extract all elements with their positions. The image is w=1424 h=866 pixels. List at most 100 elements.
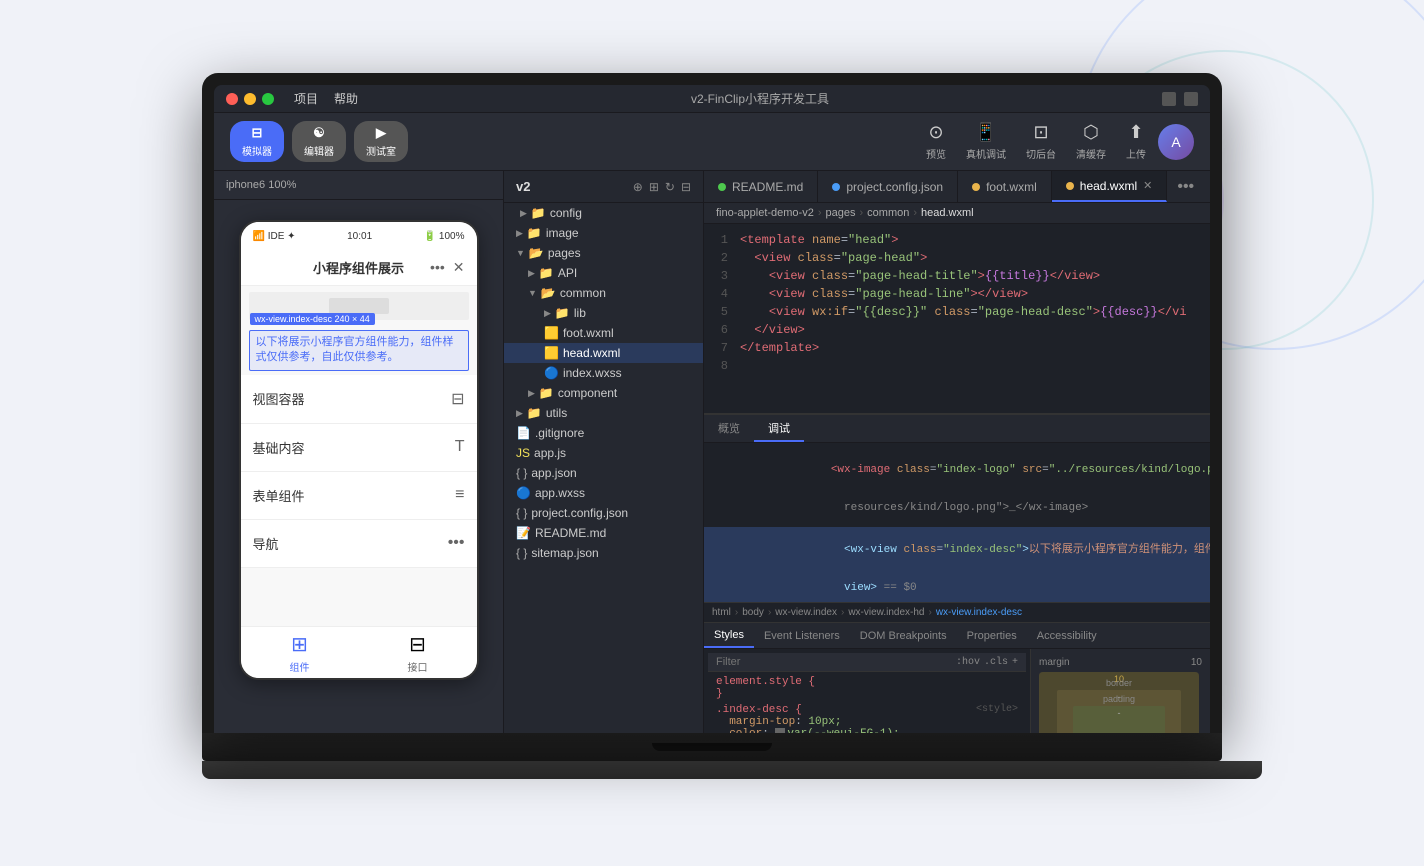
filter-hov[interactable]: :hov (956, 657, 980, 668)
new-folder-icon[interactable]: ⊞ (649, 180, 659, 194)
tree-item-gitignore[interactable]: 📄 .gitignore (504, 423, 703, 443)
tree-item-utils[interactable]: ▶ 📁 utils (504, 403, 703, 423)
tree-label: config (550, 206, 582, 220)
action-save[interactable]: ⬡ 清缓存 (1076, 122, 1106, 161)
maximize-button[interactable] (262, 93, 274, 105)
more-icon[interactable]: ••• (430, 259, 445, 276)
win-btn-1[interactable] (1162, 92, 1176, 106)
tree-item-appjson[interactable]: { } app.json (504, 463, 703, 483)
style-tab-accessibility[interactable]: Accessibility (1027, 623, 1107, 648)
tree-item-image[interactable]: ▶ 📁 image (504, 223, 703, 243)
action-upload[interactable]: ⬆ 上传 (1126, 122, 1146, 161)
html-line-2[interactable]: resources/kind/logo.png">_</wx-image> (704, 489, 1210, 527)
el-bc-body[interactable]: body (742, 607, 764, 618)
folder-icon: 📁 (555, 306, 570, 320)
breadcrumb-pages[interactable]: pages (826, 207, 856, 219)
tree-label: API (558, 266, 577, 280)
html-line-1[interactable]: <wx-image class="index-logo" src="../res… (704, 451, 1210, 489)
debug-label: 编辑器 (304, 143, 334, 158)
list-item-4[interactable]: 导航 ••• (241, 520, 477, 568)
list-label-3: 表单组件 (253, 486, 305, 505)
json-icon: { } (516, 546, 527, 560)
devtools-tab-overview[interactable]: 概览 (704, 415, 754, 442)
style-tab-properties[interactable]: Properties (957, 623, 1027, 648)
tree-label: component (558, 386, 617, 400)
minimize-button[interactable] (244, 93, 256, 105)
tree-item-common[interactable]: ▼ 📂 common (504, 283, 703, 303)
editor-tab-foot[interactable]: foot.wxml (958, 171, 1052, 202)
tree-item-api[interactable]: ▶ 📁 API (504, 263, 703, 283)
editor-tab-readme[interactable]: README.md (704, 171, 818, 202)
tree-item-pages[interactable]: ▼ 📂 pages (504, 243, 703, 263)
style-tab-styles[interactable]: Styles (704, 623, 754, 648)
list-icon-4: ••• (448, 534, 465, 552)
filter-cls[interactable]: .cls (984, 657, 1008, 668)
phone-status-right: 🔋 100% (424, 231, 465, 242)
tree-item-sitemap[interactable]: { } sitemap.json (504, 543, 703, 563)
tab-debug[interactable]: ☯ 编辑器 (292, 121, 346, 162)
menu-help[interactable]: 帮助 (334, 90, 358, 107)
new-file-icon[interactable]: ⊕ (633, 180, 643, 194)
list-item-3[interactable]: 表单组件 ≡ (241, 472, 477, 520)
laptop-base (202, 733, 1222, 761)
style-tab-dom[interactable]: DOM Breakpoints (850, 623, 957, 648)
filter-input[interactable] (716, 656, 952, 668)
tree-item-component[interactable]: ▶ 📁 component (504, 383, 703, 403)
editor-tab-head[interactable]: head.wxml ✕ (1052, 171, 1168, 202)
file-tree-title: v2 (516, 179, 530, 194)
css-element-style: element.style { } (716, 676, 1018, 700)
tree-item-appwxss[interactable]: 🔵 app.wxss (504, 483, 703, 503)
tab-test[interactable]: ▶ 测试室 (354, 121, 408, 162)
action-preview[interactable]: ⊙ 预览 (926, 122, 946, 161)
filter-plus[interactable]: + (1012, 657, 1018, 668)
breadcrumb-common[interactable]: common (867, 207, 909, 219)
refresh-icon[interactable]: ↻ (665, 180, 675, 194)
tree-label: pages (548, 246, 581, 260)
style-tabs: Styles Event Listeners DOM Breakpoints P… (704, 623, 1210, 649)
action-cut[interactable]: ⊡ 切后台 (1026, 122, 1056, 161)
line-num-5: 5 (704, 305, 740, 319)
editor-tab-projectconfig[interactable]: project.config.json (818, 171, 958, 202)
tree-item-lib[interactable]: ▶ 📁 lib (504, 303, 703, 323)
el-bc-wxview[interactable]: wx-view.index (775, 607, 837, 618)
menu-project[interactable]: 项目 (294, 90, 318, 107)
editor-tab-more[interactable]: ••• (1167, 178, 1204, 196)
phone-mockup: 📶 IDE ✦ 10:01 🔋 100% 小程序组件展示 ••• ✕ (239, 220, 479, 680)
list-item-1[interactable]: 视图容器 ⊟ (241, 375, 477, 424)
user-avatar[interactable]: A (1158, 124, 1194, 160)
html-line-3[interactable]: <wx-view class="index-desc">以下将展示小程序官方组件… (704, 527, 1210, 569)
preview-icon: ⊙ (928, 122, 943, 143)
breadcrumb-root[interactable]: fino-applet-demo-v2 (716, 207, 814, 219)
html-line-4[interactable]: view> == $0 (704, 569, 1210, 603)
tree-item-index-wxss[interactable]: 🔵 index.wxss (504, 363, 703, 383)
style-tab-events[interactable]: Event Listeners (754, 623, 850, 648)
el-bc-wxviewhd[interactable]: wx-view.index-hd (848, 607, 924, 618)
phone-tab-component[interactable]: ⊞ 组件 (290, 632, 310, 674)
cut-icon: ⊡ (1033, 122, 1048, 143)
close-icon[interactable]: ✕ (453, 259, 465, 276)
tree-item-config[interactable]: ▶ 📁 config (504, 203, 703, 223)
el-bc-html[interactable]: html (712, 607, 731, 618)
tree-item-foot-wxml[interactable]: 🟨 foot.wxml (504, 323, 703, 343)
component-label: 组件 (290, 659, 310, 674)
debug-icon: ☯ (313, 125, 325, 141)
list-item-2[interactable]: 基础内容 T (241, 424, 477, 472)
close-button[interactable] (226, 93, 238, 105)
tree-item-readme[interactable]: 📝 README.md (504, 523, 703, 543)
laptop: 项目 帮助 v2-FinClip小程序开发工具 ⊟ 模拟器 (202, 73, 1222, 793)
file-tree-panel: v2 ⊕ ⊞ ↻ ⊟ ▶ 📁 (504, 171, 704, 733)
collapse-icon[interactable]: ⊟ (681, 180, 691, 194)
tree-item-appjs[interactable]: JS app.js (504, 443, 703, 463)
action-real[interactable]: 📱 真机调试 (966, 122, 1006, 161)
code-editor[interactable]: 1 <template name="head"> 2 <view class="… (704, 224, 1210, 413)
line-content-2: <view class="page-head"> (740, 251, 927, 265)
tab-simulate[interactable]: ⊟ 模拟器 (230, 121, 284, 162)
tree-item-projectconfig[interactable]: { } project.config.json (504, 503, 703, 523)
el-bc-wxviewdesc[interactable]: wx-view.index-desc (936, 607, 1022, 618)
phone-tab-interface[interactable]: ⊟ 接口 (408, 632, 428, 674)
tree-item-head-wxml[interactable]: 🟨 head.wxml (504, 343, 703, 363)
win-btn-2[interactable] (1184, 92, 1198, 106)
device-info: iphone6 100% (214, 171, 503, 200)
devtools-tab-debug[interactable]: 调试 (754, 415, 804, 442)
tab-close-icon[interactable]: ✕ (1143, 179, 1152, 192)
